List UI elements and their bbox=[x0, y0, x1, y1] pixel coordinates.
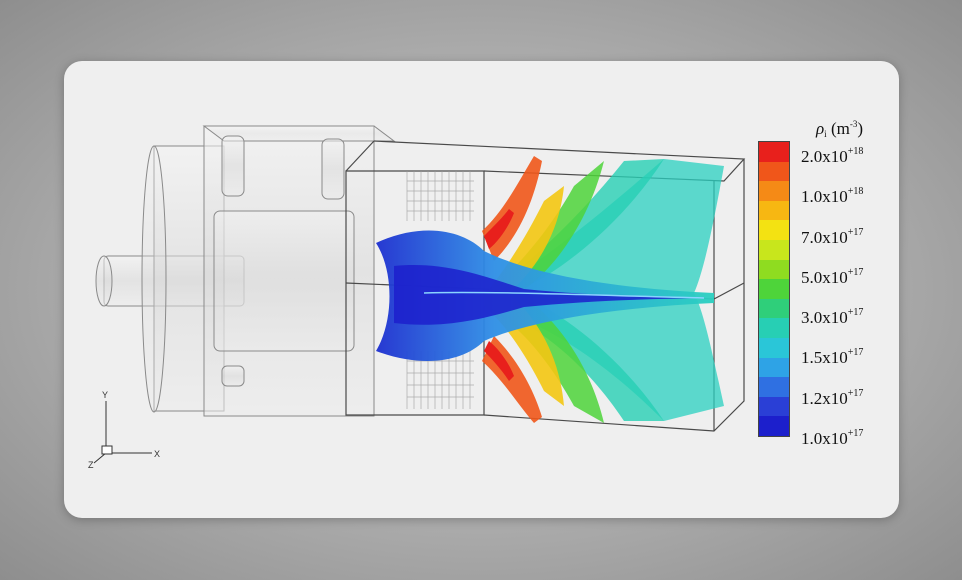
tick-exponent: +18 bbox=[847, 146, 864, 157]
colorbar-tick-label: 1.0x10+18 bbox=[801, 186, 863, 207]
colorbar-segment bbox=[759, 259, 789, 280]
tick-mantissa: 7.0x10 bbox=[801, 227, 848, 247]
colorbar-tick-label: 1.0x10+17 bbox=[801, 428, 863, 449]
tick-mantissa: 2.0x10 bbox=[801, 147, 848, 166]
colorbar bbox=[758, 141, 790, 437]
tick-exponent: +17 bbox=[847, 428, 864, 439]
colorbar-segment bbox=[759, 318, 789, 338]
colorbar-segment bbox=[759, 161, 789, 182]
colorbar-segment bbox=[759, 396, 789, 417]
axis-z-label: Z bbox=[88, 460, 94, 470]
tick-mantissa: 1.0x10 bbox=[801, 187, 848, 207]
colorbar-segment bbox=[759, 357, 789, 378]
colorbar-segment bbox=[759, 142, 789, 162]
colorbar-segment bbox=[759, 200, 789, 221]
figure-card: Y X Z ρi (m-3) 2.0x10+18 1.0x10+18 7.0x10+… bbox=[64, 61, 899, 518]
colorbar-tick-label: 3.0x10+17 bbox=[801, 307, 863, 328]
colorbar-segment bbox=[759, 279, 789, 299]
colorbar-tick-label: 1.5x10+17 bbox=[801, 347, 863, 368]
title-symbol: ρ bbox=[816, 119, 825, 138]
axis-triad bbox=[93, 401, 152, 464]
tick-exponent: +17 bbox=[847, 266, 864, 278]
tick-mantissa: 3.0x10 bbox=[801, 308, 848, 328]
title-unit-close: ) bbox=[857, 119, 863, 138]
colorbar-segment bbox=[759, 298, 789, 319]
title-subscript: i bbox=[824, 129, 827, 139]
tick-exponent: +17 bbox=[847, 387, 864, 399]
colorbar-segment bbox=[759, 337, 789, 358]
axis-x-label: X bbox=[154, 449, 160, 459]
colorbar-title: ρi (m-3) bbox=[816, 119, 863, 139]
tick-exponent: +17 bbox=[847, 226, 864, 238]
tick-mantissa: 1.0x10 bbox=[801, 429, 848, 448]
colorbar-segment bbox=[759, 416, 789, 436]
axis-y-label: Y bbox=[102, 390, 108, 400]
colorbar-tick-label: 2.0x10+18 bbox=[801, 146, 863, 167]
colorbar-segment bbox=[759, 181, 789, 201]
tick-mantissa: 5.0x10 bbox=[801, 267, 848, 287]
colorbar-segment bbox=[759, 239, 789, 260]
tick-mantissa: 1.2x10 bbox=[801, 388, 848, 408]
tick-exponent: +17 bbox=[847, 307, 864, 319]
colorbar-tick-label: 1.2x10+17 bbox=[801, 388, 863, 409]
colorbar-tick-label: 5.0x10+17 bbox=[801, 267, 863, 288]
tick-exponent: +18 bbox=[847, 186, 864, 198]
tick-mantissa: 1.5x10 bbox=[801, 348, 848, 368]
title-unit: (m bbox=[830, 119, 850, 138]
colorbar-tick-label: 7.0x10+17 bbox=[801, 227, 863, 248]
thruster-body bbox=[95, 125, 396, 417]
tick-exponent: +17 bbox=[847, 347, 864, 359]
colorbar-segment bbox=[759, 377, 789, 397]
colorbar-segment bbox=[759, 220, 789, 240]
